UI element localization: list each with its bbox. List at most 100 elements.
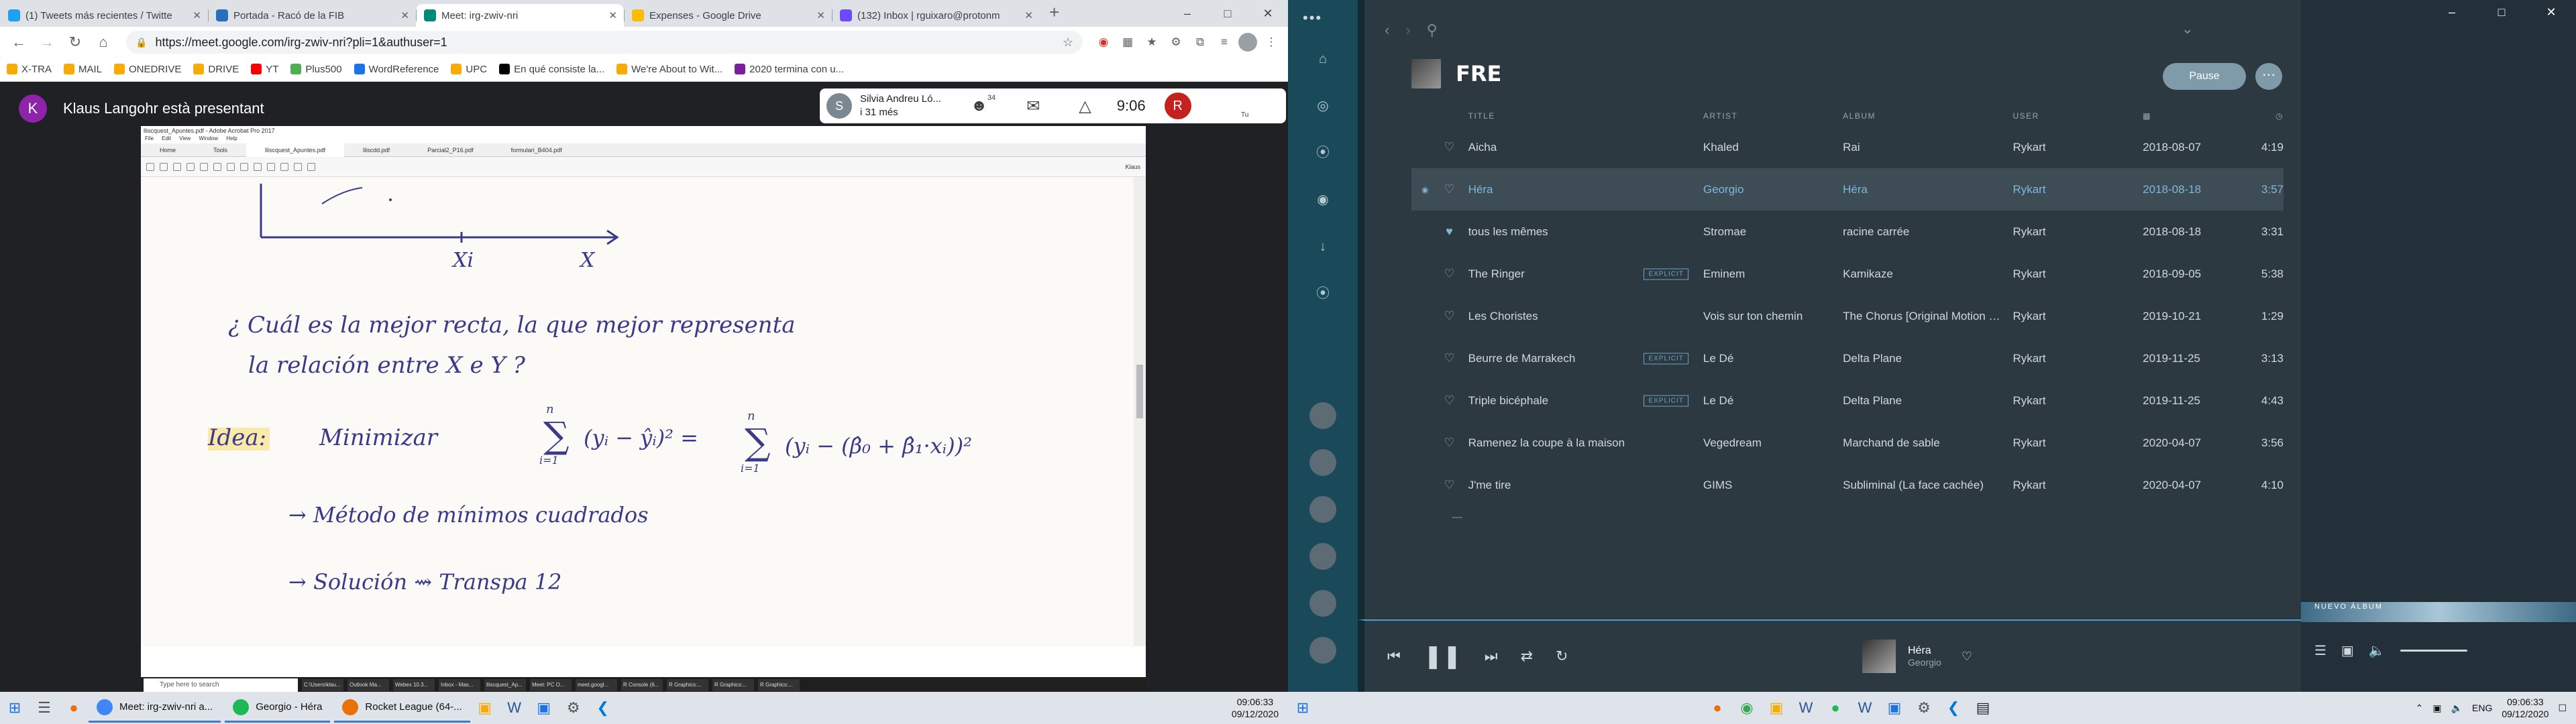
playlist-thumb-3[interactable]: [1309, 496, 1336, 523]
extension-star-icon[interactable]: ★: [1142, 32, 1162, 52]
track-user[interactable]: Rykart: [2012, 183, 2143, 196]
col-title[interactable]: TITLE: [1460, 111, 1703, 121]
bookmark-item[interactable]: UPC: [451, 64, 487, 75]
folder-icon[interactable]: ▣: [470, 693, 500, 723]
heart-icon[interactable]: ♥: [1438, 225, 1460, 239]
firefox-icon[interactable]: [1673, 693, 1703, 723]
track-row[interactable]: ◉♡HéraGeorgioHéraRykart2018-08-183:57⋯: [1411, 168, 2420, 210]
extension-shield-icon[interactable]: ◉: [1093, 32, 1114, 52]
track-artist[interactable]: GIMS: [1703, 479, 1843, 492]
bookmark-item[interactable]: ONEDRIVE: [114, 64, 181, 75]
tray-volume-icon[interactable]: 🔈: [2451, 703, 2463, 714]
bookmark-item[interactable]: Plus500: [290, 64, 342, 75]
track-title[interactable]: Héra: [1468, 183, 1493, 196]
close-icon[interactable]: ✕: [2526, 0, 2576, 24]
previous-icon[interactable]: ⏮: [1387, 648, 1401, 665]
playlist-thumb-2[interactable]: [1309, 449, 1336, 476]
podcast-icon[interactable]: ⦿: [1313, 284, 1332, 303]
bookmark-item[interactable]: En qué consiste la...: [499, 64, 604, 75]
heart-icon[interactable]: ♡: [1438, 140, 1460, 154]
track-row[interactable]: ♡ Beurre de Marrakech EXPLICIT Le Dé Delta P…: [1411, 337, 2284, 379]
folder-icon[interactable]: ▣: [1762, 693, 1791, 723]
track-album[interactable]: racine carrée: [1843, 225, 2012, 239]
chrome-icon[interactable]: ◉: [1732, 693, 1762, 723]
bookmark-item[interactable]: We're About to Wit...: [616, 64, 722, 75]
track-row[interactable]: ♡ Aicha Khaled Rai Rykart 2018-08-07 4:19: [1411, 126, 2284, 168]
album-banner[interactable]: NUEVO ÁLBUM: [2301, 602, 2576, 622]
start-icon[interactable]: ⊞: [0, 693, 30, 723]
browser-tab[interactable]: (1) Tweets más recientes / Twitte ✕: [0, 4, 208, 27]
next-icon[interactable]: ⏭: [1485, 648, 1498, 665]
maximize-icon[interactable]: □: [2477, 0, 2526, 24]
firefox-icon[interactable]: ●: [59, 693, 89, 723]
favourites-icon[interactable]: ◉: [1313, 190, 1332, 209]
heart-icon[interactable]: ♡: [1438, 478, 1460, 492]
settings-icon[interactable]: ⚙: [1909, 693, 1939, 723]
track-album[interactable]: Delta Plane: [1843, 352, 2012, 365]
track-row[interactable]: ♥ tous les mêmes Stromae racine carrée Rykar…: [1411, 210, 2284, 253]
extension-grid-icon[interactable]: ▦: [1118, 32, 1138, 52]
browser-tab[interactable]: Expenses - Google Drive ✕: [624, 4, 832, 27]
track-title[interactable]: tous les mêmes: [1468, 225, 1548, 238]
settings-icon[interactable]: ⚙: [559, 693, 588, 723]
bookmark-item[interactable]: MAIL: [64, 64, 102, 75]
heart-icon[interactable]: ♡: [1438, 182, 1460, 196]
track-artist[interactable]: Vois sur ton chemin: [1703, 310, 1843, 323]
col-album[interactable]: ALBUM: [1843, 111, 2012, 121]
heart-icon[interactable]: ♡: [1438, 436, 1460, 450]
maximize-icon[interactable]: □: [1208, 7, 1248, 21]
now-playing-title[interactable]: Héra: [1908, 645, 1941, 657]
track-title[interactable]: J'me tire: [1468, 479, 1511, 491]
vscode-icon[interactable]: ❮: [1939, 693, 1968, 723]
heart-icon[interactable]: ♡: [1438, 394, 1460, 408]
clock-icon[interactable]: ◷: [2251, 111, 2284, 121]
tab-close-icon[interactable]: ✕: [193, 9, 201, 21]
taskbar-app[interactable]: Georgio - Héra: [225, 693, 331, 723]
minimize-icon[interactable]: –: [1167, 7, 1208, 21]
track-user[interactable]: Rykart: [2012, 394, 2143, 408]
output-icon[interactable]: ▣: [2341, 642, 2354, 659]
track-row[interactable]: ♡ Ramenez la coupe à la maison Vegedream Ma…: [1411, 422, 2284, 464]
deezer-icon[interactable]: ▤: [1968, 693, 1998, 723]
heart-icon[interactable]: ♡: [1438, 267, 1460, 281]
task-view-icon[interactable]: ☰: [30, 693, 59, 723]
playlist-thumb-5[interactable]: [1309, 590, 1336, 617]
bookmark-item[interactable]: 2020 termina con u...: [735, 64, 844, 75]
col-artist[interactable]: ARTIST: [1703, 111, 1843, 121]
word2-icon[interactable]: W: [1850, 693, 1880, 723]
bookmark-item[interactable]: YT: [251, 64, 278, 75]
track-row[interactable]: ♡ Triple bicéphale EXPLICIT Le Dé Delta Plan…: [1411, 379, 2284, 422]
track-user[interactable]: Rykart: [2012, 352, 2143, 365]
star-icon[interactable]: ☆: [1063, 36, 1073, 50]
tab-close-icon[interactable]: ✕: [816, 9, 825, 21]
activities-icon[interactable]: △: [1079, 97, 1091, 116]
repeat-icon[interactable]: ↻: [1556, 648, 1568, 665]
downloads-icon[interactable]: ↓: [1313, 237, 1332, 256]
firefox-taskbar-icon[interactable]: ●: [1703, 693, 1732, 723]
track-row[interactable]: ♡ J'me tire GIMS Subliminal (La face cachée…: [1411, 464, 2284, 506]
extension-puzzle-icon[interactable]: ⚙: [1166, 32, 1186, 52]
new-tab-button[interactable]: +: [1040, 2, 1069, 27]
taskbar-app[interactable]: Rocket League (64-...: [334, 693, 470, 723]
track-album[interactable]: Héra: [1843, 183, 2012, 196]
playlist-thumb-4[interactable]: [1309, 543, 1336, 570]
bookmark-item[interactable]: WordReference: [354, 64, 439, 75]
pdf-scrollbar[interactable]: [1134, 177, 1146, 646]
bookmark-item[interactable]: DRIVE: [193, 64, 239, 75]
pause-button[interactable]: Pause: [2163, 63, 2246, 90]
now-playing-artist[interactable]: Georgio: [1908, 657, 1941, 668]
browser-tab[interactable]: Portada - Racó de la FIB ✕: [208, 4, 416, 27]
track-album[interactable]: Marchand de sable: [1843, 436, 2012, 450]
language-indicator[interactable]: ENG: [2472, 703, 2492, 713]
participants-icon[interactable]: ☻ 34: [971, 94, 996, 115]
browser-tab[interactable]: Meet: irg-zwiv-nri ✕: [416, 4, 624, 27]
volume-slider[interactable]: [2400, 650, 2467, 652]
track-user[interactable]: Rykart: [2012, 225, 2143, 239]
track-user[interactable]: Rykart: [2012, 436, 2143, 450]
track-album[interactable]: Delta Plane: [1843, 394, 2012, 408]
track-title[interactable]: Beurre de Marrakech: [1468, 352, 1576, 365]
track-title[interactable]: Les Choristes: [1468, 310, 1538, 322]
notifications-icon[interactable]: ☐: [2558, 703, 2567, 714]
track-title[interactable]: Aicha: [1468, 141, 1497, 154]
self-avatar[interactable]: R: [1164, 93, 1191, 119]
